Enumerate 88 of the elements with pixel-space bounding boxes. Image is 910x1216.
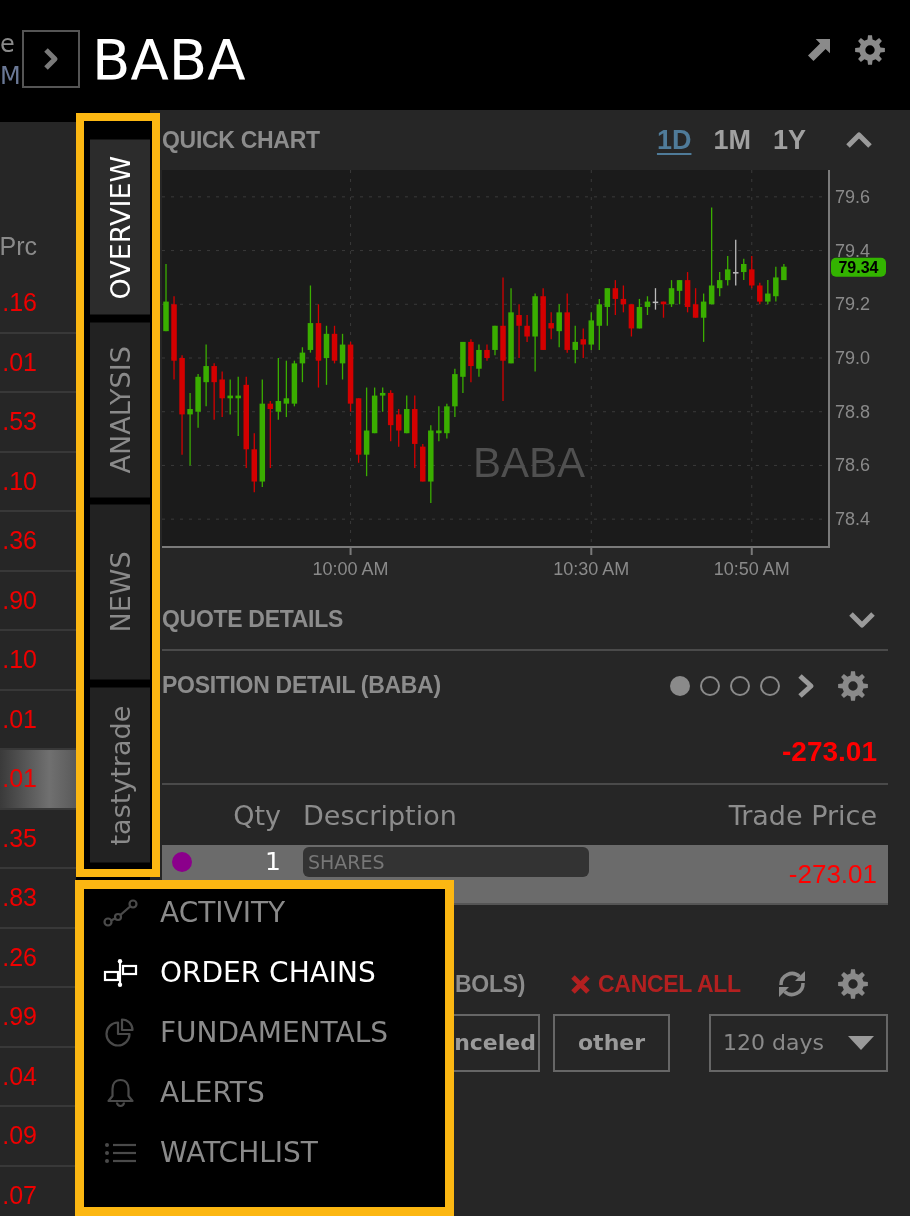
candlestick — [572, 325, 578, 364]
position-total: -273.01 — [782, 735, 877, 768]
candlestick — [540, 287, 546, 351]
candlestick — [741, 258, 747, 281]
settings-icon[interactable] — [855, 35, 885, 65]
candlestick — [765, 279, 771, 305]
candlestick — [516, 303, 522, 359]
candlestick — [163, 263, 169, 332]
page-dot-icon[interactable] — [730, 675, 750, 696]
menu-item[interactable]: WATCHLIST — [84, 1129, 445, 1189]
candlestick — [460, 341, 466, 394]
column-header: Description — [302, 799, 458, 831]
price-axis-label: 79.0 — [835, 348, 871, 368]
candlestick — [219, 370, 225, 418]
candlestick — [556, 303, 562, 348]
time-axis-label: 10:00 AM — [312, 559, 389, 579]
menu-item[interactable]: ORDER CHAINS — [84, 949, 445, 1009]
candlestick — [781, 263, 787, 281]
candlestick — [773, 266, 779, 303]
section-title: QUOTE DETAILS — [162, 606, 343, 633]
side-tab[interactable]: OVERVIEW — [90, 140, 150, 315]
column-header: Qty — [233, 799, 281, 831]
period-select[interactable]: 120 days — [709, 1013, 888, 1072]
candlestick — [203, 343, 209, 407]
price-axis-label: 78.8 — [835, 401, 871, 422]
range-tab[interactable]: 1Y — [772, 124, 806, 156]
cut-off-label: e — [0, 29, 16, 60]
candlestick — [404, 394, 410, 434]
flowchart-icon — [103, 958, 138, 988]
candlestick — [548, 311, 554, 340]
page-dot-icon[interactable] — [670, 675, 690, 696]
section-title: QUICK CHART — [162, 126, 320, 154]
candlestick — [211, 362, 217, 421]
expand-button[interactable] — [22, 30, 80, 88]
cut-off-label: M — [0, 61, 22, 92]
candlestick — [452, 368, 458, 418]
side-tab[interactable]: ANALYSIS — [90, 322, 150, 497]
cancel-all-button[interactable]: CANCEL ALL — [571, 970, 741, 998]
candlestick — [444, 403, 450, 440]
candlestick — [524, 314, 530, 343]
time-axis-label: 10:50 AM — [713, 559, 790, 579]
candlestick — [580, 327, 586, 359]
column-header: Trade Price — [728, 799, 877, 831]
filter-button[interactable]: other — [553, 1013, 671, 1072]
chevron-right-icon — [43, 47, 59, 71]
section-title: BOLS) — [455, 970, 526, 998]
caret-down-icon — [848, 1035, 874, 1050]
quantity-cell: 1 — [265, 848, 281, 876]
candlestick — [436, 405, 442, 442]
trade-price-cell: -273.01 — [788, 858, 877, 890]
settings-icon[interactable] — [838, 969, 868, 999]
price-axis-label: 78.6 — [835, 455, 871, 476]
chevron-up-icon[interactable] — [845, 131, 873, 149]
price-axis-label: 79.6 — [835, 186, 871, 207]
chevron-down-icon[interactable] — [848, 611, 876, 628]
candlestick — [564, 292, 570, 354]
page-dot-icon[interactable] — [760, 675, 780, 696]
candlestick — [227, 378, 233, 416]
section-title: POSITION DETAIL (BABA) — [162, 672, 441, 699]
menu-item[interactable]: ALERTS — [84, 1069, 445, 1129]
settings-icon[interactable] — [838, 670, 868, 701]
connected-nodes-icon — [103, 898, 138, 928]
side-tab[interactable]: NEWS — [90, 505, 150, 680]
cross-icon — [571, 974, 591, 994]
candlestick — [492, 325, 498, 356]
price-axis-label: 79.2 — [835, 294, 871, 315]
last-price-badge: 79.34 — [831, 257, 886, 277]
range-tab[interactable]: 1M — [713, 124, 751, 156]
column-header: Prc — [0, 232, 37, 260]
diagonal-arrow-icon[interactable] — [808, 39, 830, 61]
menu-item[interactable]: FUNDAMENTALS — [84, 1009, 445, 1069]
candlestick — [749, 255, 755, 289]
symbol-title: BABA — [92, 30, 246, 90]
candlestick — [195, 373, 201, 429]
time-axis-label: 10:30 AM — [553, 559, 630, 579]
range-tab[interactable]: 1D — [656, 124, 692, 156]
instrument-type-label: SHARES — [303, 847, 589, 877]
candlestick — [468, 338, 474, 383]
candlestick — [484, 343, 490, 362]
candlestick — [235, 376, 241, 437]
watchlist-row[interactable]: .01 — [0, 750, 76, 810]
candlestick — [420, 443, 426, 483]
chevron-right-icon[interactable] — [797, 672, 815, 699]
page-dot-icon[interactable] — [700, 675, 720, 696]
side-tab[interactable]: tastytrade — [90, 687, 150, 862]
candlestick — [476, 343, 482, 378]
candlestick — [757, 282, 763, 305]
price-axis-label: 78.4 — [835, 509, 871, 530]
